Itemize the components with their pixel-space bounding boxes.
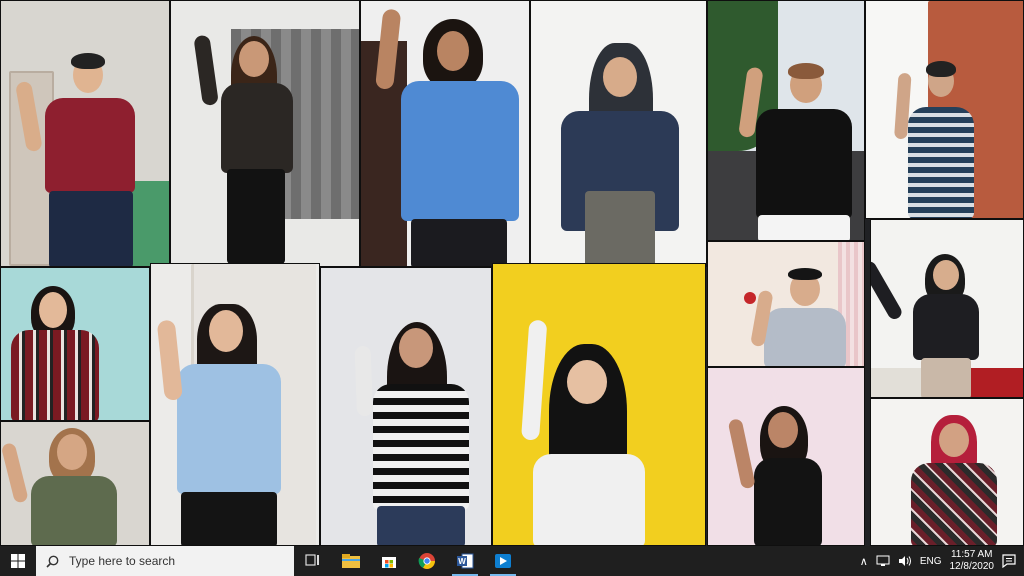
participant-tile-9[interactable] <box>320 267 492 546</box>
volume-icon[interactable] <box>898 555 912 567</box>
word-icon: W <box>457 553 474 569</box>
language-indicator[interactable]: ENG <box>920 556 942 567</box>
clock-date: 12/8/2020 <box>949 561 995 572</box>
svg-text:W: W <box>458 557 466 566</box>
participant-tile-3[interactable] <box>360 0 530 267</box>
media-player-icon <box>495 554 511 568</box>
participant-tile-11[interactable] <box>707 241 865 367</box>
notification-icon[interactable] <box>1002 554 1016 568</box>
participant-tile-2[interactable] <box>170 0 360 267</box>
windows-logo-icon <box>11 554 25 568</box>
participant-tile-12[interactable] <box>870 219 1024 398</box>
participant-tile-13[interactable] <box>0 421 150 546</box>
search-placeholder: Type here to search <box>69 554 176 568</box>
file-explorer-icon <box>342 554 360 568</box>
participant-tile-5[interactable] <box>707 0 865 241</box>
chrome-button[interactable] <box>408 546 446 576</box>
windows-taskbar: Type here to search W ∧ ENG 11:57 AM 12/… <box>0 546 1024 576</box>
participant-tile-10[interactable] <box>492 263 706 546</box>
system-tray: ∧ ENG 11:57 AM 12/8/2020 <box>860 546 1024 576</box>
participant-tile-15[interactable] <box>870 398 1024 546</box>
microsoft-store-button[interactable] <box>370 546 408 576</box>
task-view-icon <box>305 554 319 566</box>
video-gallery <box>0 0 1024 546</box>
search-icon <box>46 555 59 568</box>
participant-tile-6[interactable] <box>865 0 1024 219</box>
taskbar-search-box[interactable]: Type here to search <box>36 546 294 576</box>
participant-tile-7[interactable] <box>0 267 150 421</box>
network-icon[interactable] <box>876 555 890 567</box>
chevron-up-icon[interactable]: ∧ <box>860 555 868 568</box>
task-view-button[interactable] <box>294 546 332 576</box>
clock-time: 11:57 AM <box>950 549 993 560</box>
participant-tile-8[interactable] <box>150 263 320 546</box>
microsoft-store-icon <box>382 557 396 568</box>
start-button[interactable] <box>0 546 36 576</box>
participant-tile-1[interactable] <box>0 0 170 267</box>
participant-tile-4[interactable] <box>530 0 707 267</box>
media-player-button[interactable] <box>484 546 522 576</box>
word-button[interactable]: W <box>446 546 484 576</box>
participant-tile-14[interactable] <box>707 367 865 546</box>
chrome-icon <box>418 553 435 569</box>
file-explorer-button[interactable] <box>332 546 370 576</box>
clock[interactable]: 11:57 AM 12/8/2020 <box>950 549 995 573</box>
